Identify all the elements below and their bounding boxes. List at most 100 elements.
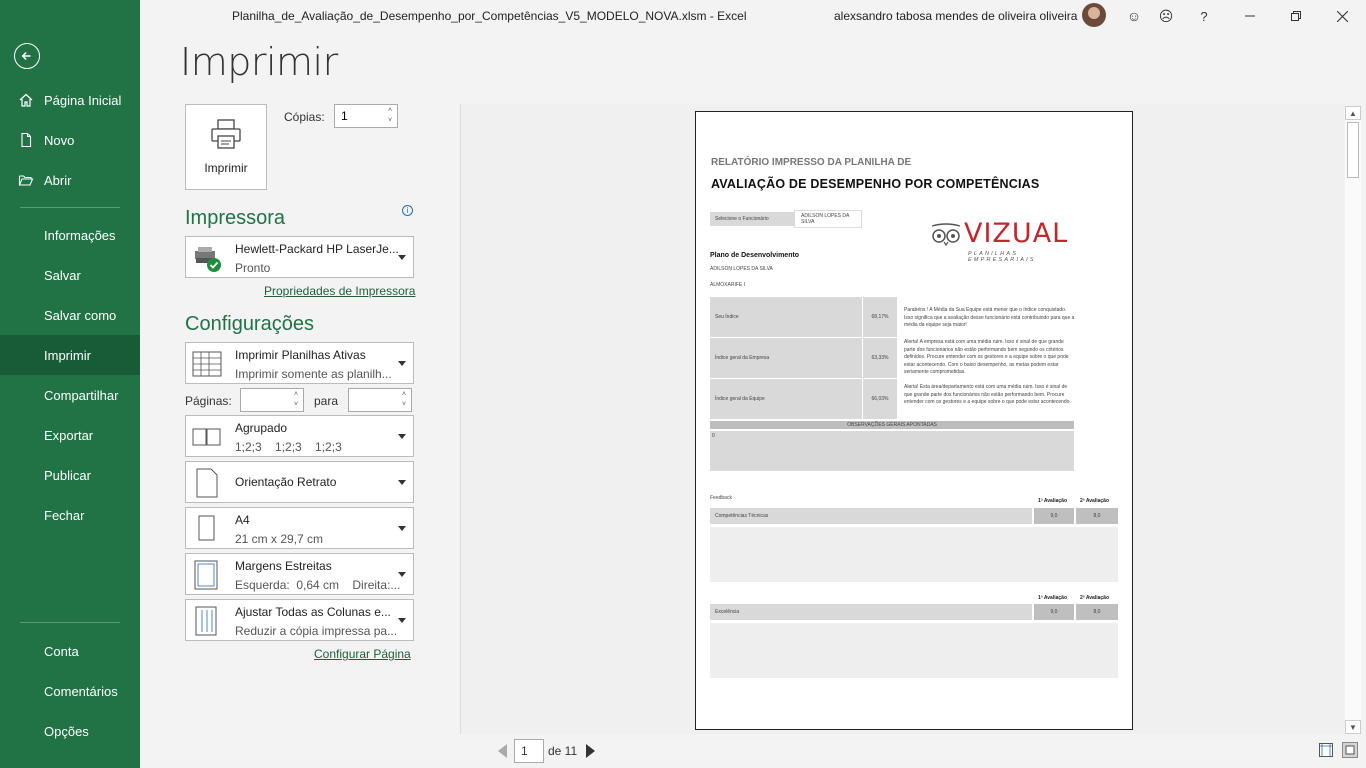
copies-spin-arrows[interactable]: ˄ ˅ [385, 106, 395, 126]
close-icon[interactable] [1332, 6, 1352, 26]
sidebar-item-feedback[interactable]: Comentários [0, 671, 140, 711]
eval2-header: 2ª Avaliação [1080, 595, 1109, 601]
avatar[interactable] [1082, 3, 1106, 27]
printer-dropdown[interactable]: Hewlett-Packard HP LaserJe... Pronto [185, 236, 414, 278]
sidebar-item-options[interactable]: Opções [0, 711, 140, 751]
preview-title: AVALIAÇÃO DE DESEMPENHO POR COMPETÊNCIAS [711, 177, 1040, 191]
sidebar-item-save[interactable]: Salvar [0, 255, 140, 295]
plan-name: ADILSON LOPES DA SILVA [710, 266, 773, 272]
print-what-l1: Imprimir Planilhas Ativas [235, 348, 366, 362]
sidebar-item-open[interactable]: Abrir [0, 160, 140, 200]
copies-label: Cópias: [284, 110, 325, 124]
smile-icon[interactable]: ☺ [1124, 6, 1144, 26]
pages-to-spin-arrows[interactable]: ˄ ˅ [399, 390, 409, 410]
home-icon [18, 92, 42, 108]
pages-label: Páginas: [185, 394, 232, 408]
pages-from-input[interactable] [241, 389, 289, 411]
competency-row-label: Excelência [710, 604, 1032, 620]
print-button-label: Imprimir [204, 161, 248, 175]
print-button[interactable]: Imprimir [185, 104, 267, 190]
sidebar-item-print[interactable]: Imprimir [0, 335, 140, 375]
portrait-page-icon [196, 468, 218, 498]
scroll-thumb[interactable] [1347, 122, 1359, 178]
previous-page-icon[interactable] [498, 744, 507, 758]
minimize-icon[interactable] [1240, 6, 1260, 26]
sidebar-item-info[interactable]: Informações [0, 215, 140, 255]
employee-field-label: Selecione o Funcionário [710, 212, 794, 226]
sidebar-item-label: Salvar como [44, 307, 117, 323]
zoom-to-page-icon[interactable] [1342, 742, 1358, 758]
sidebar-item-label: Imprimir [44, 347, 91, 363]
sidebar-item-share[interactable]: Compartilhar [0, 375, 140, 415]
sidebar-separator [20, 622, 120, 623]
title-bar: Planilha_de_Avaliação_de_Desempenho_por_… [140, 0, 1366, 32]
eval1-header: 1ª Avaliação [1038, 595, 1067, 601]
sidebar-item-save-as[interactable]: Salvar como [0, 295, 140, 335]
sidebar-item-account[interactable]: Conta [0, 631, 140, 671]
sidebar-item-label: Conta [44, 643, 79, 659]
chevron-down-icon [398, 618, 406, 623]
competency-row-eval2: 8,0 [1076, 508, 1118, 524]
copies-stepper[interactable]: ˄˅ [334, 104, 398, 128]
print-what-dropdown[interactable]: Imprimir Planilhas Ativas Imprimir somen… [185, 342, 414, 384]
sidebar-item-label: Página Inicial [44, 92, 122, 108]
scaling-dropdown[interactable]: Ajustar Todas as Colunas e... Reduzir a … [185, 599, 414, 641]
preview-scrollbar[interactable]: ▲ ▼ [1345, 106, 1361, 734]
collate-l2: 1;2;3 1;2;3 1;2;3 [235, 440, 342, 454]
sidebar-item-label: Comentários [44, 683, 118, 699]
user-name[interactable]: alexsandro tabosa mendes de oliveira oli… [834, 9, 1077, 23]
window-title: Planilha_de_Avaliação_de_Desempenho_por_… [232, 9, 747, 23]
brand-tagline: PLANILHAS EMPRESARIAIS [968, 251, 1036, 263]
scroll-up-icon[interactable]: ▲ [1345, 106, 1361, 120]
back-arrow-icon[interactable] [14, 43, 40, 69]
chevron-down-icon [398, 572, 406, 577]
next-page-icon[interactable] [586, 744, 595, 758]
chevron-down-icon [398, 361, 406, 366]
sidebar-item-label: Publicar [44, 467, 91, 483]
collate-l1: Agrupado [235, 421, 288, 435]
page-count: de 11 [548, 744, 578, 758]
printer-ready-icon [195, 247, 221, 272]
sidebar-item-close[interactable]: Fechar [0, 495, 140, 535]
paper-size-icon [198, 515, 215, 541]
restore-icon[interactable] [1286, 6, 1306, 26]
collate-dropdown[interactable]: Agrupado 1;2;3 1;2;3 1;2;3 [185, 415, 414, 457]
pages-from-stepper[interactable]: ˄ ˅ [240, 388, 304, 412]
pages-to-input[interactable] [349, 389, 397, 411]
page-setup-link[interactable]: Configurar Página [314, 647, 411, 661]
frown-icon[interactable]: ☹ [1156, 6, 1176, 26]
feedback-label: Feedback [710, 495, 732, 501]
paper-size-dropdown[interactable]: A4 21 cm x 29,7 cm [185, 507, 414, 549]
current-page-input[interactable]: 1 [514, 739, 544, 763]
preview-page: RELATÓRIO IMPRESSO DA PLANILHA DE AVALIA… [695, 111, 1133, 730]
printer-icon [211, 119, 241, 149]
orientation-dropdown[interactable]: Orientação Retrato [185, 461, 414, 503]
copies-input[interactable] [335, 105, 383, 127]
printer-properties-link[interactable]: Propriedades de Impressora [264, 284, 415, 298]
margins-dropdown[interactable]: Margens Estreitas Esquerda: 0,64 cm Dire… [185, 553, 414, 595]
sidebar-item-new[interactable]: Novo [0, 120, 140, 160]
chevron-down-icon [398, 526, 406, 531]
pages-from-spin-arrows[interactable]: ˄ ˅ [291, 390, 301, 410]
info-icon[interactable]: i [402, 205, 413, 216]
show-margins-icon[interactable] [1318, 742, 1334, 758]
printer-name: Hewlett-Packard HP LaserJe... [235, 242, 399, 256]
vizual-logo: VIZUAL PLANILHAS EMPRESARIAIS [924, 218, 1074, 263]
sidebar-item-export[interactable]: Exportar [0, 415, 140, 455]
observations-header: OBSERVAÇÕES GERAIS APONTADAS [710, 421, 1074, 429]
sidebar-item-home[interactable]: Página Inicial [0, 80, 140, 120]
print-what-l2: Imprimir somente as planilh... [235, 367, 392, 381]
competency-row-label: Competências Técnicas [710, 508, 1032, 524]
eval2-header: 2ª Avaliação [1080, 498, 1109, 504]
scroll-down-icon[interactable]: ▼ [1345, 720, 1361, 734]
folder-open-icon [18, 172, 42, 188]
competency-row-eval1: 9,0 [1034, 508, 1074, 524]
orientation-l1: Orientação Retrato [235, 475, 337, 489]
sidebar-item-publish[interactable]: Publicar [0, 455, 140, 495]
pages-to-stepper[interactable]: ˄ ˅ [348, 388, 412, 412]
chevron-down-icon [398, 434, 406, 439]
page-title: Imprimir [180, 40, 338, 84]
owl-logo-icon [931, 223, 961, 247]
competency-row-eval1: 9,0 [1034, 604, 1074, 620]
help-icon[interactable]: ? [1194, 6, 1214, 26]
